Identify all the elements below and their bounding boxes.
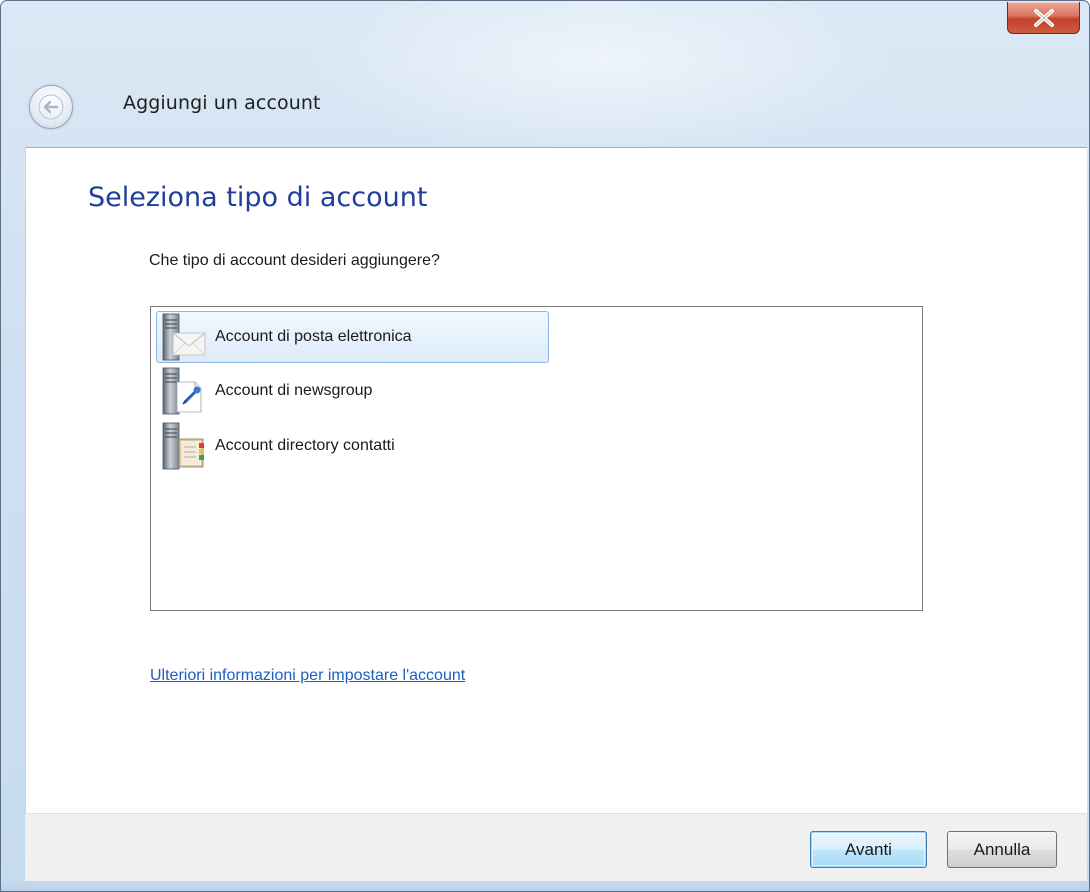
next-button[interactable]: Avanti	[810, 831, 927, 868]
account-type-listbox[interactable]: Account di posta elettronica Account di …	[150, 306, 923, 611]
close-button[interactable]	[1007, 2, 1080, 34]
back-button[interactable]	[29, 85, 73, 129]
list-item-label: Account directory contatti	[215, 437, 395, 454]
account-type-question: Che tipo di account desideri aggiungere?	[149, 252, 440, 269]
cancel-button[interactable]: Annulla	[947, 831, 1057, 868]
list-item-label: Account di newsgroup	[215, 382, 373, 399]
window-title: Aggiungi un account	[123, 92, 321, 114]
directory-server-icon	[162, 422, 204, 470]
list-item-newsgroup-account[interactable]: Account di newsgroup	[156, 365, 383, 417]
dialog-footer: Avanti Annulla	[25, 813, 1087, 881]
add-account-dialog: Aggiungi un account Seleziona tipo di ac…	[0, 0, 1090, 892]
list-item-email-account[interactable]: Account di posta elettronica	[156, 311, 549, 363]
list-item-directory-account[interactable]: Account directory contatti	[156, 420, 406, 472]
back-arrow-icon	[38, 94, 64, 120]
email-server-icon	[162, 313, 206, 361]
window-bottom-border	[1, 881, 1089, 891]
newsgroup-server-icon	[162, 367, 202, 415]
close-icon	[1033, 8, 1054, 27]
content-panel: Seleziona tipo di account Che tipo di ac…	[25, 147, 1087, 813]
page-heading: Seleziona tipo di account	[88, 182, 428, 213]
account-setup-help-link[interactable]: Ulteriori informazioni per impostare l'a…	[150, 667, 465, 685]
list-item-label: Account di posta elettronica	[215, 328, 412, 345]
